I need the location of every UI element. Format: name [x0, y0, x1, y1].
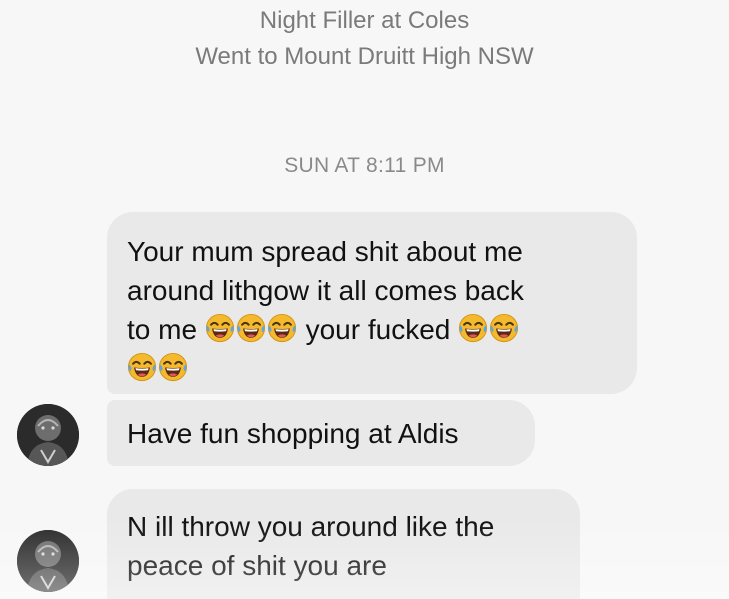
contact-avatar[interactable] — [17, 530, 79, 592]
message-line: peace of shit you are — [127, 550, 387, 581]
message-bubble[interactable]: Your mum spread shit about me around lit… — [107, 212, 637, 394]
message-bubble[interactable]: N ill throw you around like the peace of… — [107, 489, 580, 599]
tears-of-joy-emoji-icon — [127, 352, 157, 382]
tears-of-joy-emoji-icon — [236, 313, 266, 343]
contact-avatar[interactable] — [17, 404, 79, 466]
message-line: Your mum spread shit about me — [127, 236, 523, 267]
profile-job: Night Filler at Coles — [259, 7, 470, 34]
tears-of-joy-emoji-icon — [267, 313, 297, 343]
avatar-photo-icon — [17, 530, 79, 592]
profile-school: Went to Mount Druitt High NSW — [195, 43, 534, 70]
message-line: N ill throw you around like the — [127, 511, 495, 542]
avatar-photo-icon — [17, 404, 79, 466]
tears-of-joy-emoji-icon — [205, 313, 235, 343]
message-text: your fucked — [305, 314, 451, 345]
message-bubble[interactable]: Have fun shopping at Aldis — [107, 400, 535, 466]
tears-of-joy-emoji-icon — [158, 352, 188, 382]
message-text: to me — [127, 314, 198, 345]
message-line: to me your fucked — [127, 310, 619, 349]
message-timestamp: SUN AT 8:11 PM — [284, 154, 445, 177]
message-line — [127, 349, 619, 388]
tears-of-joy-emoji-icon — [458, 313, 488, 343]
tears-of-joy-emoji-icon — [489, 313, 519, 343]
message-line: around lithgow it all comes back — [127, 275, 524, 306]
message-text: Have fun shopping at Aldis — [127, 418, 459, 449]
